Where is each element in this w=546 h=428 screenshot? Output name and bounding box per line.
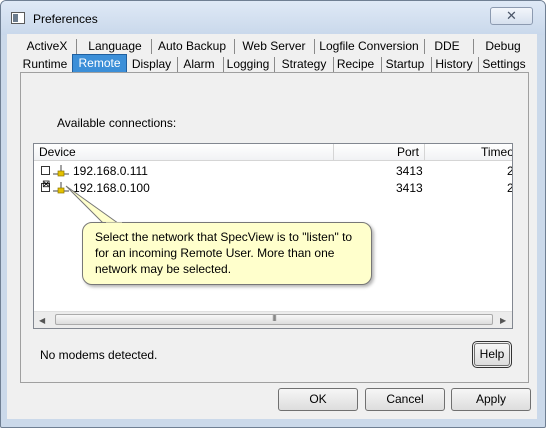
scroll-right-icon[interactable]: ▶ (500, 316, 506, 325)
tab-runtime[interactable]: Runtime (20, 55, 70, 73)
tab-strategy[interactable]: Strategy (277, 55, 331, 73)
tab-dde[interactable]: DDE (428, 37, 466, 55)
tab-display[interactable]: Display (129, 55, 174, 73)
tab-history[interactable]: History (433, 55, 475, 73)
connection-checkbox[interactable]: ⊠ (41, 180, 50, 192)
tab-alarm[interactable]: Alarm (179, 55, 219, 73)
cancel-button[interactable]: Cancel (365, 388, 445, 411)
scroll-left-icon[interactable]: ◀ (39, 316, 45, 325)
connection-checkbox[interactable] (41, 166, 50, 175)
tab-logging[interactable]: Logging (225, 55, 271, 73)
help-button[interactable]: Help (472, 341, 512, 368)
available-connections-label: Available connections: (57, 116, 177, 130)
tab-debug[interactable]: Debug (478, 37, 528, 55)
scroll-grip-icon: III (272, 314, 277, 323)
window-app-icon (11, 12, 25, 24)
tab-web-server[interactable]: Web Server (238, 37, 310, 55)
title-bar: Preferences ✕ (1, 1, 545, 35)
tab-startup[interactable]: Startup (382, 55, 428, 73)
tab-recipe[interactable]: Recipe (334, 55, 377, 73)
column-header-device[interactable]: Device (34, 144, 334, 161)
tab-remote[interactable]: Remote (72, 54, 127, 74)
tab-language[interactable]: Language (80, 37, 150, 55)
help-tooltip: Select the network that SpecView is to "… (82, 222, 372, 285)
list-item[interactable]: ⊠ 192.168.0.100 3413 2 (34, 180, 512, 196)
close-icon: ✕ (506, 8, 517, 23)
tab-settings[interactable]: Settings (480, 55, 528, 73)
network-connection-icon (53, 182, 69, 194)
port-cell: 3413 (396, 164, 423, 178)
network-connection-icon (53, 165, 69, 177)
ok-button[interactable]: OK (278, 388, 358, 411)
timeout-cell: 2 (507, 180, 512, 196)
device-cell: 192.168.0.100 (73, 181, 150, 195)
device-cell: 192.168.0.111 (73, 164, 148, 178)
tab-auto-backup[interactable]: Auto Backup (154, 37, 230, 55)
checkbox-checked-icon: ⊠ (42, 179, 51, 190)
column-header-timeout[interactable]: Timeout (425, 144, 512, 161)
tab-logfile-conversion[interactable]: Logfile Conversion (318, 37, 420, 55)
port-cell: 3413 (396, 181, 423, 195)
window-title: Preferences (33, 12, 98, 26)
close-button[interactable]: ✕ (490, 7, 533, 25)
scroll-thumb[interactable]: III (55, 314, 493, 325)
apply-button[interactable]: Apply (451, 388, 531, 411)
timeout-cell: 2 (507, 163, 512, 179)
modem-status: No modems detected. (40, 348, 158, 362)
column-header-port[interactable]: Port (334, 144, 425, 161)
list-item[interactable]: 192.168.0.111 3413 2 (34, 163, 512, 179)
tab-activex[interactable]: ActiveX (22, 37, 72, 55)
horizontal-scrollbar[interactable]: ◀ III ▶ (34, 311, 512, 328)
